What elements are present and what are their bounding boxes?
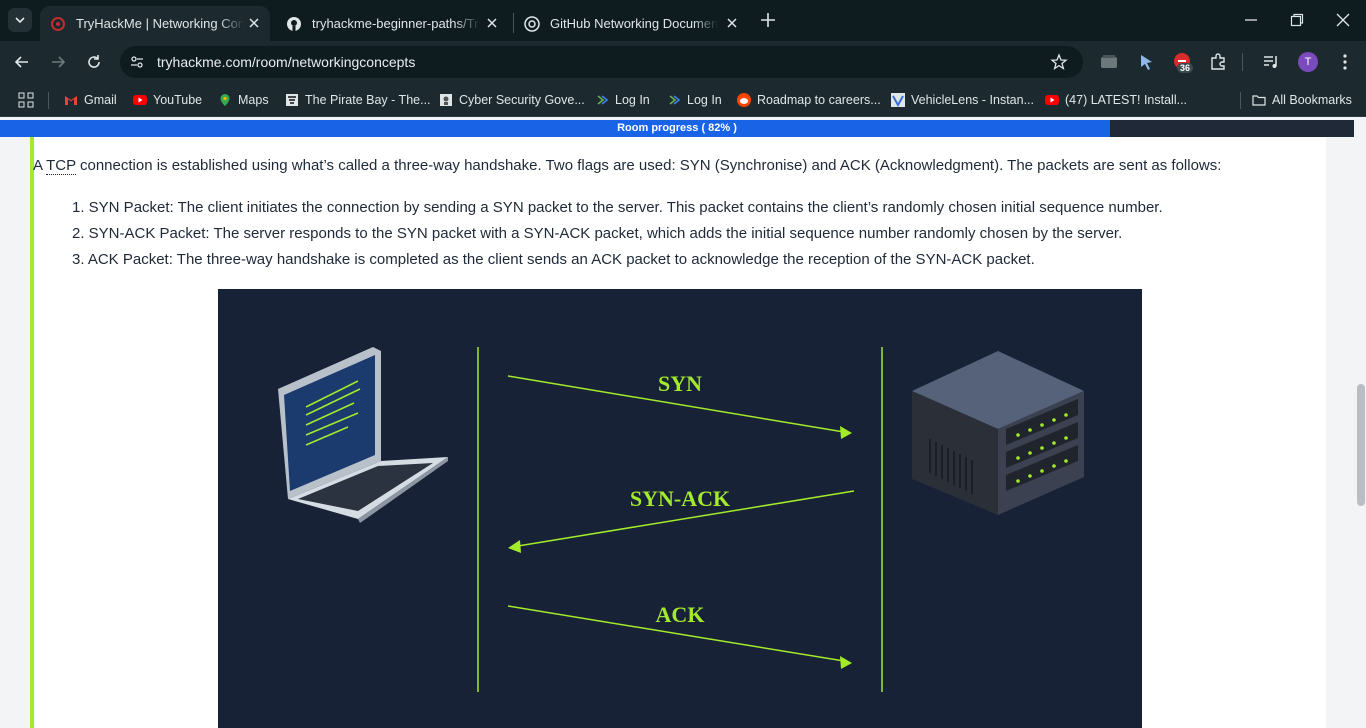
toolbar-separator (1242, 53, 1243, 71)
syn-ack-label: SYN-ACK (630, 486, 730, 511)
tab-title: TryHackMe | Networking Conce (76, 16, 244, 31)
back-arrow-icon[interactable] (12, 52, 32, 72)
tab-search-button[interactable] (8, 8, 32, 32)
close-tab-icon[interactable] (246, 15, 262, 31)
piratebay-icon (286, 94, 298, 106)
bookmark-label: All Bookmarks (1272, 93, 1352, 107)
browser-toolbar: tryhackme.com/room/networkingconcepts 36… (0, 41, 1366, 83)
tab-tryhackme[interactable]: TryHackMe | Networking Conce (40, 6, 270, 41)
syn-label: SYN (658, 371, 702, 396)
bookmark-maps[interactable]: Maps (218, 91, 269, 109)
bookmark-label: Gmail (84, 93, 117, 107)
tab-github-beginner-paths[interactable]: tryhackme-beginner-paths/Tryh (276, 6, 508, 41)
step-syn: 1. SYN Packet: The client initiates the … (72, 199, 1163, 216)
intro-prefix: A (33, 157, 47, 174)
close-tab-icon[interactable] (724, 15, 740, 31)
tab-title: GitHub Networking Documenta (550, 16, 718, 31)
site-info-icon[interactable] (129, 54, 145, 70)
close-tab-icon[interactable] (484, 15, 500, 31)
bookmark-roadmap[interactable]: Roadmap to careers... (737, 91, 881, 109)
chevron-down-icon (15, 17, 25, 24)
address-bar[interactable]: tryhackme.com/room/networkingconcepts (120, 46, 1083, 78)
apps-grid-icon[interactable] (18, 92, 34, 108)
tab-strip: TryHackMe | Networking Conce tryhackme-b… (0, 0, 1366, 41)
reload-icon[interactable] (84, 52, 104, 72)
profile-avatar[interactable]: T (1298, 52, 1318, 72)
bookmark-label: Roadmap to careers... (757, 93, 881, 107)
bookmark-label: Log In (615, 93, 650, 107)
bookmarks-bar: Gmail YouTube Maps The Pirate Bay - The.… (0, 83, 1366, 117)
ack-label: ACK (656, 602, 705, 627)
server-icon (912, 351, 1084, 515)
govt-icon (440, 94, 452, 106)
bookmark-label: YouTube (153, 93, 203, 107)
extension-badge: 36 (1177, 63, 1194, 73)
tab-title: tryhackme-beginner-paths/Tryh (312, 16, 480, 31)
bookmark-label: The Pirate Bay - The... (305, 93, 431, 107)
laptop-icon (278, 347, 448, 523)
ad-blocker-extension[interactable]: 36 (1172, 51, 1194, 81)
bookmark-label: Maps (238, 93, 269, 107)
maps-icon (220, 94, 230, 106)
all-bookmarks-button[interactable]: All Bookmarks (1252, 91, 1352, 109)
minimize-icon[interactable] (1243, 12, 1259, 28)
bookmark-youtube[interactable]: YouTube (133, 91, 202, 109)
step-ack: 3. ACK Packet: The three-way handshake i… (72, 251, 1035, 268)
media-control-icon[interactable] (1261, 52, 1281, 72)
bookmark-star-icon[interactable] (1050, 53, 1068, 71)
youtube-icon (133, 95, 147, 105)
page-scrollbar-thumb[interactable] (1357, 384, 1365, 506)
bookmark-cyber-security-gov[interactable]: Cyber Security Gove... (439, 91, 585, 109)
room-progress-bar: Room progress ( 82% ) (0, 120, 1354, 137)
intro-suffix: connection is established using what’s c… (75, 157, 1222, 174)
room-progress-label: Room progress ( 82% ) (617, 122, 737, 134)
vehiclelens-icon (891, 93, 905, 107)
github-icon (287, 16, 301, 31)
youtube-icon (1045, 95, 1059, 105)
tryhackme-favicon-icon (51, 16, 65, 31)
tcp-abbreviation[interactable]: TCP (46, 157, 76, 175)
restore-icon[interactable] (1289, 12, 1305, 28)
bookmark-label: Cyber Security Gove... (459, 93, 585, 107)
login-icon (597, 95, 609, 105)
new-tab-icon[interactable] (758, 10, 778, 30)
handshake-intro-paragraph: A TCP connection is established using wh… (33, 157, 1222, 175)
step-syn-ack: 2. SYN-ACK Packet: The server responds t… (72, 225, 1123, 242)
bookmarks-separator (48, 92, 49, 109)
tab-github-networking-docs[interactable]: GitHub Networking Documenta (514, 6, 748, 41)
forward-arrow-icon[interactable] (48, 52, 68, 72)
reddit-icon (737, 93, 751, 107)
page-viewport: Room progress ( 82% ) A TCP connection i… (0, 117, 1366, 728)
bookmark-gmail[interactable]: Gmail (64, 91, 117, 109)
bookmark-label: VehicleLens - Instan... (911, 93, 1034, 107)
bookmark-piratebay[interactable]: The Pirate Bay - The... (285, 91, 431, 109)
bookmark-label: (47) LATEST! Install... (1065, 93, 1188, 107)
chatgpt-icon (524, 15, 540, 32)
bookmark-label: Log In (687, 93, 722, 107)
gmail-icon (65, 96, 77, 105)
folder-icon (1252, 95, 1266, 106)
bookmark-login-2[interactable]: Log In (667, 91, 722, 109)
url-text: tryhackme.com/room/networkingconcepts (157, 54, 416, 70)
kebab-menu-icon[interactable] (1335, 52, 1355, 72)
login-icon (669, 95, 681, 105)
bookmark-latest-install[interactable]: (47) LATEST! Install... (1045, 91, 1187, 109)
puzzle-extensions-icon[interactable] (1208, 52, 1228, 72)
bookmarks-separator (1240, 92, 1241, 109)
three-way-handshake-diagram: SYN SYN-ACK ACK (218, 289, 1142, 728)
cursor-extension-icon[interactable] (1137, 52, 1157, 72)
extension-icon[interactable] (1099, 52, 1119, 72)
bookmark-vehiclelens[interactable]: VehicleLens - Instan... (891, 91, 1034, 109)
bookmark-login-1[interactable]: Log In (595, 91, 650, 109)
close-window-icon[interactable] (1335, 12, 1351, 28)
handshake-steps-list: 1. SYN Packet: The client initiates the … (72, 199, 1163, 277)
